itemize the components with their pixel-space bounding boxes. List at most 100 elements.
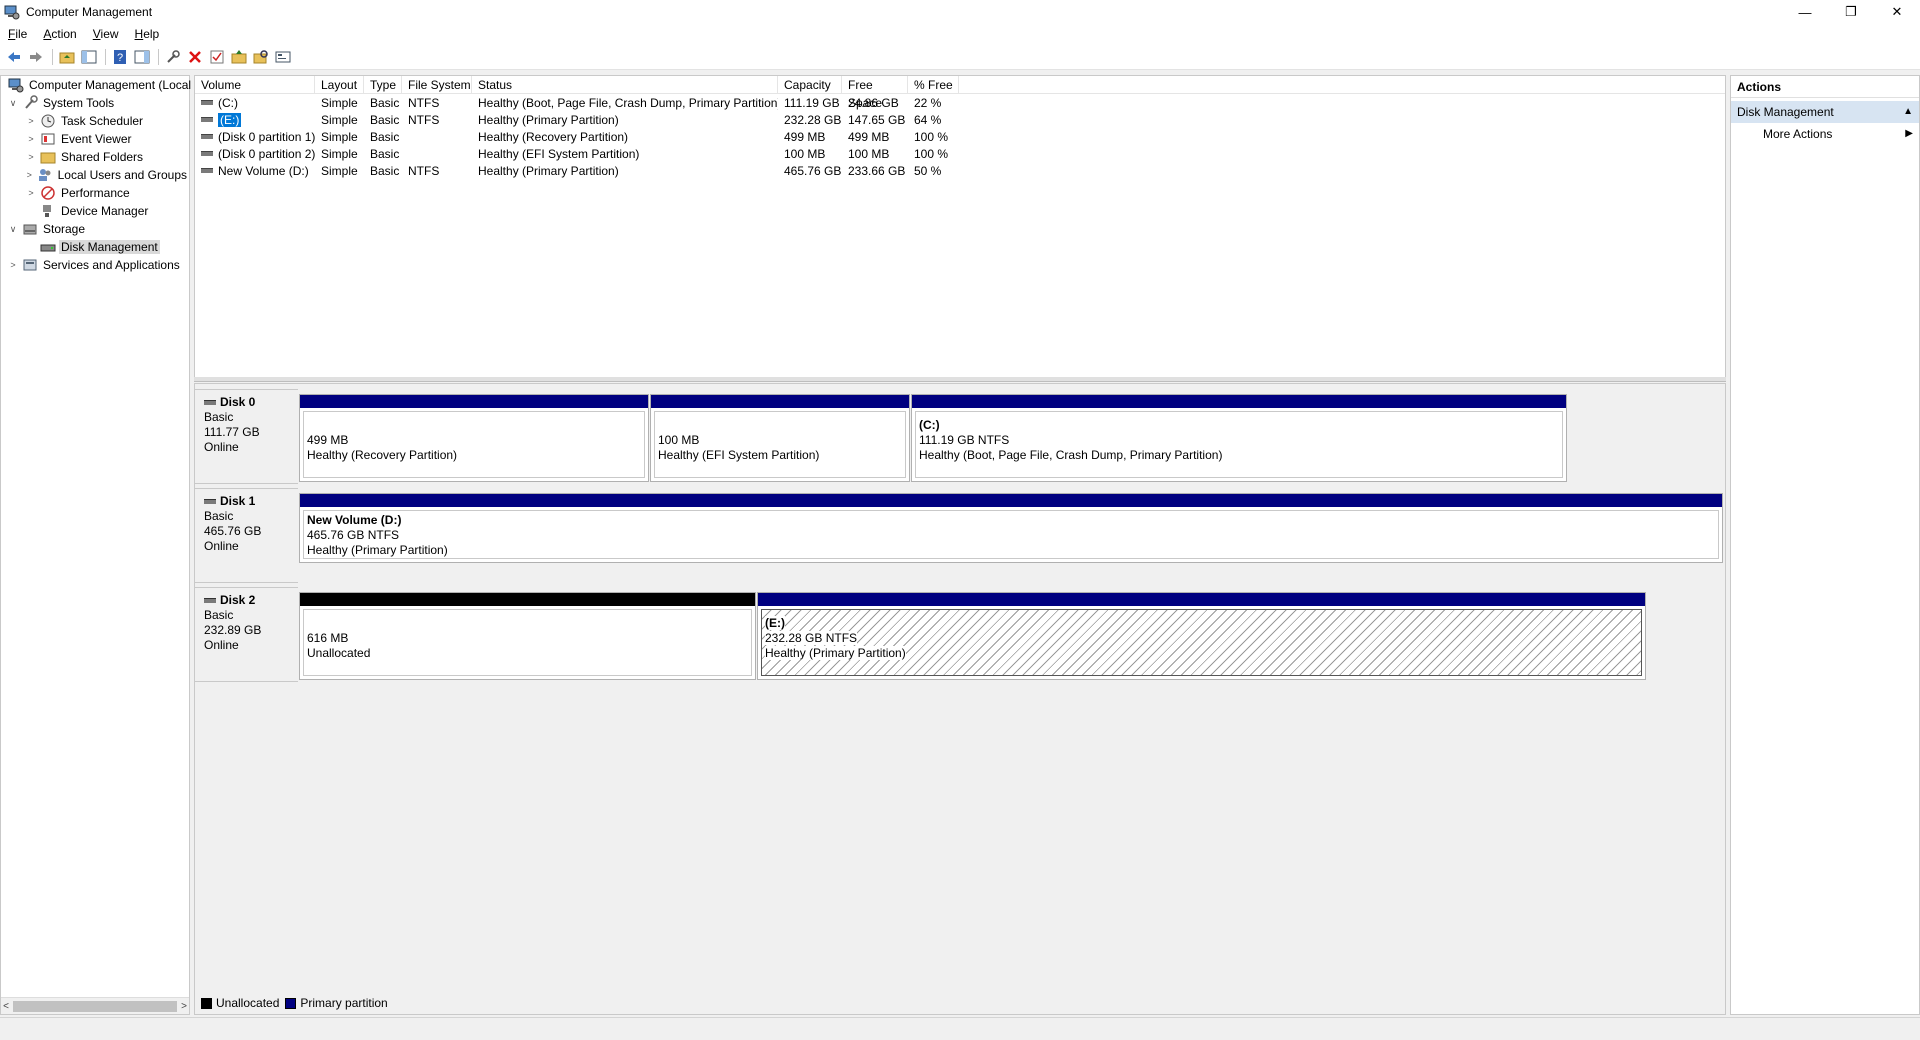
cell-layout: Simple xyxy=(321,146,358,161)
tree-item-label: Disk Management xyxy=(59,240,160,254)
chevron-right-icon[interactable]: > xyxy=(25,134,37,144)
folder-up-icon xyxy=(59,52,75,63)
tree-item-services-applications[interactable]: > Services and Applications xyxy=(1,256,189,274)
tree-item-label: Event Viewer xyxy=(61,132,132,146)
disk-kind: Basic xyxy=(204,509,234,523)
back-button[interactable] xyxy=(4,47,24,67)
import-button[interactable] xyxy=(229,47,249,67)
cell-status: Healthy (Recovery Partition) xyxy=(478,129,629,144)
column-header-percent-free[interactable]: % Free xyxy=(908,76,959,93)
restore-button[interactable]: ❐ xyxy=(1828,0,1874,24)
disk-icon xyxy=(204,598,216,603)
tree-item-computer-management[interactable]: Computer Management (Local xyxy=(1,76,191,94)
volume-row[interactable]: (E:) Simple Basic NTFS Healthy (Primary Part… xyxy=(195,111,1725,128)
show-hide-console-tree-button[interactable] xyxy=(79,47,99,67)
scrollbar-thumb[interactable] xyxy=(13,1000,177,1012)
tree-item-label: Shared Folders xyxy=(61,150,144,164)
minimize-icon: — xyxy=(1798,4,1812,20)
volume-icon xyxy=(201,168,213,173)
cell-file-system: NTFS xyxy=(408,112,440,127)
menu-action[interactable]: Action xyxy=(35,27,84,41)
disk-1-label[interactable]: Disk 1 Basic 465.76 GB Online xyxy=(195,488,298,583)
column-header-volume[interactable]: Volume xyxy=(195,76,315,93)
volume-row[interactable]: (Disk 0 partition 2) Simple Basic Healthy (… xyxy=(195,145,1725,162)
partition-body: (E:) 232.28 GB NTFS Healthy (Primary Par… xyxy=(761,609,1642,676)
column-header-status[interactable]: Status xyxy=(472,76,778,93)
tree-item-performance[interactable]: > Performance xyxy=(1,184,189,202)
shared-folder-icon xyxy=(40,149,56,165)
forward-button[interactable] xyxy=(26,47,46,67)
menu-view[interactable]: View xyxy=(85,27,127,41)
partition-e-selected[interactable]: (E:) 232.28 GB NTFS Healthy (Primary Par… xyxy=(757,592,1646,680)
more-actions-item[interactable]: More Actions ▶ xyxy=(1731,123,1919,145)
cell-volume: (C:) xyxy=(195,96,315,110)
connect-virtual-disk-button[interactable] xyxy=(163,47,183,67)
check-button[interactable] xyxy=(207,47,227,67)
partition-body: 100 MB Healthy (EFI System Partition) xyxy=(654,411,906,478)
show-hide-action-pane-button[interactable] xyxy=(132,47,152,67)
menu-help[interactable]: Help xyxy=(127,27,168,41)
actions-section-disk-management[interactable]: Disk Management ▲ xyxy=(1731,101,1919,123)
column-header-file-system[interactable]: File System xyxy=(402,76,472,93)
tree-item-storage[interactable]: ∨ Storage xyxy=(1,220,189,238)
partition-d[interactable]: New Volume (D:) 465.76 GB NTFS Healthy (… xyxy=(299,493,1723,563)
volume-row[interactable]: New Volume (D:) Simple Basic NTFS Healthy (P… xyxy=(195,162,1725,179)
tree-item-task-scheduler[interactable]: > Task Scheduler xyxy=(1,112,189,130)
collapse-up-icon[interactable]: ▲ xyxy=(1903,101,1913,123)
properties-button[interactable] xyxy=(273,47,293,67)
column-header-free-space[interactable]: Free Space xyxy=(842,76,908,110)
tree-item-event-viewer[interactable]: > Event Viewer xyxy=(1,130,189,148)
partition-c[interactable]: (C:) 111.19 GB NTFS Healthy (Boot, Page … xyxy=(911,394,1567,482)
actions-header: Actions xyxy=(1731,76,1919,98)
partition-size: 232.28 GB NTFS xyxy=(765,631,1638,646)
column-header-layout[interactable]: Layout xyxy=(315,76,364,93)
disk-2-label[interactable]: Disk 2 Basic 232.89 GB Online xyxy=(195,587,298,682)
volume-list: Volume Layout Type File System Status Ca… xyxy=(194,75,1726,377)
partition-size: 616 MB xyxy=(307,631,349,645)
chevron-right-icon[interactable]: > xyxy=(25,152,37,162)
cell-status: Healthy (Primary Partition) xyxy=(478,163,619,178)
volume-row[interactable]: (C:) Simple Basic NTFS Healthy (Boot, Page F… xyxy=(195,94,1725,111)
volume-row[interactable]: (Disk 0 partition 1) Simple Basic Healthy (… xyxy=(195,128,1725,145)
partition-bar xyxy=(758,593,1645,606)
scroll-left-icon[interactable]: < xyxy=(1,1001,11,1012)
close-button[interactable]: ✕ xyxy=(1874,0,1920,24)
scroll-right-icon[interactable]: > xyxy=(179,1001,189,1012)
cell-file-system: NTFS xyxy=(408,163,440,178)
pane-splitter[interactable] xyxy=(194,377,1726,382)
up-one-level-button[interactable] xyxy=(57,47,77,67)
partition-efi[interactable]: 100 MB Healthy (EFI System Partition) xyxy=(650,394,910,482)
menu-file[interactable]: File xyxy=(0,27,35,41)
partition-unallocated[interactable]: 616 MB Unallocated xyxy=(299,592,756,680)
tree-item-local-users-groups[interactable]: > Local Users and Groups xyxy=(1,166,189,184)
help-button[interactable]: ? xyxy=(110,47,130,67)
tree-item-label: Computer Management (Local xyxy=(29,78,192,92)
menu-file-label: ile xyxy=(15,27,28,41)
folder-search-icon xyxy=(253,49,268,63)
partition-recovery[interactable]: 499 MB Healthy (Recovery Partition) xyxy=(299,394,649,482)
tree-item-shared-folders[interactable]: > Shared Folders xyxy=(1,148,189,166)
search-folder-button[interactable] xyxy=(251,47,271,67)
chevron-right-icon[interactable]: > xyxy=(7,260,19,270)
partition-body: 616 MB Unallocated xyxy=(303,609,752,676)
chevron-down-icon[interactable]: ∨ xyxy=(7,98,19,109)
tree-item-device-manager[interactable]: Device Manager xyxy=(1,202,189,220)
tree-horizontal-scrollbar[interactable]: < > xyxy=(1,997,189,1014)
legend: Unallocated Primary partition xyxy=(199,994,388,1012)
disk-0-label[interactable]: Disk 0 Basic 111.77 GB Online xyxy=(195,389,298,484)
minimize-button[interactable]: — xyxy=(1782,0,1828,24)
cell-status: Healthy (Primary Partition) xyxy=(478,112,619,127)
chevron-right-icon[interactable]: > xyxy=(25,170,34,180)
delete-button[interactable] xyxy=(185,47,205,67)
tree-item-system-tools[interactable]: ∨ System Tools xyxy=(1,94,189,112)
tree-item-label: Storage xyxy=(43,222,86,236)
column-header-type[interactable]: Type xyxy=(364,76,402,93)
chevron-right-icon[interactable]: > xyxy=(25,188,37,198)
disk-state: Online xyxy=(204,440,239,454)
column-header-capacity[interactable]: Capacity xyxy=(778,76,842,93)
cell-free-space: 499 MB xyxy=(848,129,890,144)
partition-body: 499 MB Healthy (Recovery Partition) xyxy=(303,411,645,478)
tree-item-disk-management[interactable]: Disk Management xyxy=(1,238,189,256)
chevron-right-icon[interactable]: > xyxy=(25,116,37,126)
chevron-down-icon[interactable]: ∨ xyxy=(7,224,19,235)
